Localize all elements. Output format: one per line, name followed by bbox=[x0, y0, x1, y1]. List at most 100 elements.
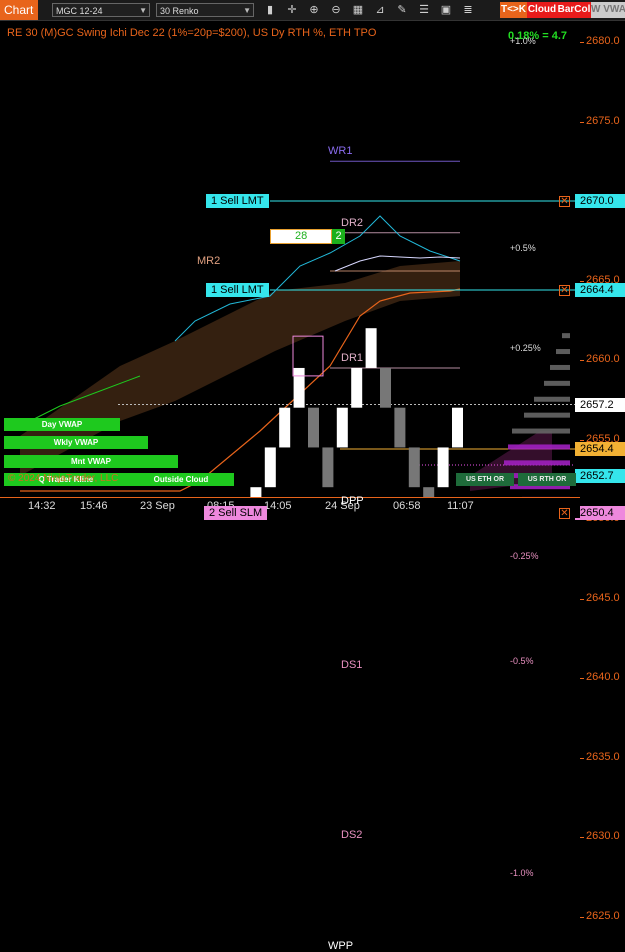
price-label: 2625.0 bbox=[586, 910, 620, 922]
level-label: DS1 bbox=[341, 659, 362, 671]
level-label: DR2 bbox=[341, 217, 363, 229]
time-label: 14:32 bbox=[28, 500, 56, 512]
price-axis[interactable]: 2680.02675.02670.02665.02660.02655.02650… bbox=[580, 21, 625, 497]
renko-brick bbox=[351, 368, 362, 408]
renko-brick bbox=[294, 368, 305, 408]
level-label: MR2 bbox=[197, 255, 220, 267]
price-tick bbox=[580, 837, 584, 838]
profile-bar bbox=[544, 381, 570, 386]
draw-icon[interactable]: ⊿ bbox=[372, 2, 388, 18]
time-label: 11:07 bbox=[447, 500, 474, 512]
zoom-in-icon[interactable]: ⊕ bbox=[306, 2, 322, 18]
renko-brick bbox=[308, 408, 319, 448]
price-tick bbox=[580, 917, 584, 918]
renko-brick bbox=[380, 368, 391, 408]
time-label: 23 Sep bbox=[140, 500, 175, 512]
position-quantity: 28 bbox=[295, 230, 307, 243]
level-label: DPP bbox=[341, 495, 364, 507]
cloud-toggle-button[interactable]: Cloud bbox=[527, 2, 557, 18]
renko-brick bbox=[366, 328, 377, 368]
price-label: 2680.0 bbox=[586, 35, 620, 47]
profile-bar bbox=[524, 413, 570, 418]
price-tag: 2657.2 bbox=[575, 398, 625, 412]
level-label: WPP bbox=[328, 940, 353, 952]
position-side-badge[interactable]: 2 bbox=[332, 229, 345, 244]
profile-bar bbox=[508, 444, 570, 449]
instrument-label: MGC 12-24 bbox=[56, 6, 103, 16]
price-tag: 2670.0 bbox=[575, 194, 625, 208]
chevron-down-icon: ▼ bbox=[243, 4, 251, 18]
position-box[interactable]: 28 bbox=[270, 229, 332, 244]
renko-brick bbox=[394, 408, 405, 448]
price-label: 2675.0 bbox=[586, 115, 620, 127]
grid-icon[interactable]: ▦ bbox=[350, 2, 366, 18]
time-label: 06:58 bbox=[393, 500, 421, 512]
profile-bar bbox=[562, 333, 570, 338]
price-tick bbox=[580, 678, 584, 679]
profile-bar bbox=[534, 397, 570, 402]
price-tick bbox=[580, 281, 584, 282]
renko-brick bbox=[423, 487, 434, 497]
price-tag: 2664.4 bbox=[575, 283, 625, 297]
chart-title-tab[interactable]: Chart bbox=[0, 0, 38, 20]
percent-label: +0.5% bbox=[510, 243, 536, 253]
bar-type-selector[interactable]: 30 Renko ▼ bbox=[156, 3, 254, 17]
time-axis[interactable]: 14:32 15:46 23 Sep 08:15 14:05 24 Sep 06… bbox=[0, 497, 580, 518]
percent-label: -1.0% bbox=[510, 868, 534, 878]
renko-brick bbox=[409, 447, 420, 487]
tk-toggle-button[interactable]: T<>K bbox=[500, 2, 527, 18]
profile-bar bbox=[512, 429, 570, 434]
data-box-icon[interactable]: ▣ bbox=[438, 2, 454, 18]
instrument-selector[interactable]: MGC 12-24▼ bbox=[52, 3, 150, 17]
watermark: © 2024 NinjaTrader, LLC bbox=[8, 473, 118, 484]
price-tick bbox=[580, 440, 584, 441]
us-eth-or-button[interactable]: US ETH OR bbox=[456, 473, 514, 486]
zoom-out-icon[interactable]: ⊖ bbox=[328, 2, 344, 18]
renko-brick bbox=[250, 487, 261, 497]
price-label: 2630.0 bbox=[586, 830, 620, 842]
price-tick bbox=[580, 599, 584, 600]
crosshair-icon[interactable]: ✛ bbox=[284, 2, 300, 18]
level-label: DS2 bbox=[341, 829, 362, 841]
order-label[interactable]: 1 Sell LMT bbox=[206, 194, 269, 208]
price-tag: 2654.4 bbox=[575, 442, 625, 456]
bars-icon[interactable]: ▮ bbox=[262, 2, 278, 18]
pencil-icon[interactable]: ✎ bbox=[394, 2, 410, 18]
renko-brick bbox=[337, 408, 348, 448]
price-label: 2640.0 bbox=[586, 671, 620, 683]
cancel-order-icon[interactable]: ✕ bbox=[559, 196, 570, 207]
outside-cloud-button[interactable]: Outside Cloud bbox=[128, 473, 234, 486]
weekly-vwap-button[interactable]: Wkly VWAP bbox=[4, 436, 148, 449]
order-label[interactable]: 2 Sell SLM bbox=[204, 506, 267, 520]
day-vwap-button[interactable]: Day VWAP bbox=[4, 418, 120, 431]
wvwap-toggle-button[interactable]: W VWAP bbox=[591, 2, 625, 18]
order-label[interactable]: 1 Sell LMT bbox=[206, 283, 269, 297]
price-label: 2635.0 bbox=[586, 751, 620, 763]
renko-brick bbox=[322, 447, 333, 487]
profile-bar bbox=[556, 349, 570, 354]
list-icon[interactable]: ≣ bbox=[460, 2, 476, 18]
price-tick bbox=[580, 122, 584, 123]
chart-header: RE 30 (M)GC Swing Ichi Dec 22 (1%=20p=$2… bbox=[7, 27, 376, 39]
price-label: 2660.0 bbox=[586, 353, 620, 365]
price-tick bbox=[580, 360, 584, 361]
properties-icon[interactable]: ☰ bbox=[416, 2, 432, 18]
time-label: 15:46 bbox=[80, 500, 108, 512]
renko-brick bbox=[265, 447, 276, 487]
renko-brick bbox=[452, 408, 463, 448]
bar-type-label: 30 Renko bbox=[160, 6, 199, 16]
price-tag: 2650.4 bbox=[575, 506, 625, 520]
percent-label: -0.5% bbox=[510, 656, 534, 666]
profile-bar bbox=[504, 460, 570, 465]
profile-bar bbox=[550, 365, 570, 370]
monthly-vwap-button[interactable]: Mnt VWAP bbox=[4, 455, 178, 468]
percent-label: +1.0% bbox=[510, 36, 536, 46]
barcol-toggle-button[interactable]: BarCol bbox=[557, 2, 591, 18]
level-label: DR1 bbox=[341, 352, 363, 364]
price-tick bbox=[580, 42, 584, 43]
time-label: 14:05 bbox=[264, 500, 292, 512]
us-rth-or-button[interactable]: US RTH OR bbox=[518, 473, 576, 486]
cancel-order-icon[interactable]: ✕ bbox=[559, 285, 570, 296]
price-tag: 2652.7 bbox=[575, 469, 625, 483]
renko-brick bbox=[438, 447, 449, 487]
